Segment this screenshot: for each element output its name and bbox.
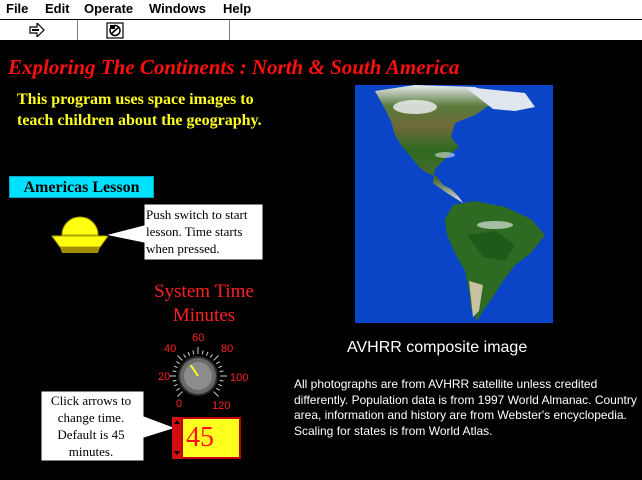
menu-help[interactable]: Help xyxy=(223,1,251,16)
dial-tick-mark xyxy=(187,351,191,356)
dial-tick-mark xyxy=(216,361,220,365)
dial-tick-60: 60 xyxy=(192,332,205,344)
increment-arrow-icon[interactable] xyxy=(174,420,180,424)
toolbar-separator xyxy=(229,20,230,40)
system-time-title: System Time xyxy=(154,281,254,302)
dial-tick-100: 100 xyxy=(230,372,249,384)
start-switch-icon[interactable] xyxy=(48,209,112,259)
page-title: Exploring The Continents : North & South… xyxy=(8,55,460,79)
credits-text: All photographs are from AVHRR satellite… xyxy=(294,377,637,438)
switch-note-text: Push switch to start lesson. Time starts… xyxy=(146,207,248,256)
dial-tick-20: 20 xyxy=(158,371,171,383)
dial-tick-mark xyxy=(213,355,219,361)
switch-note: Push switch to start lesson. Time starts… xyxy=(104,203,264,261)
americas-map-picture xyxy=(375,85,545,321)
dial-tick-mark xyxy=(219,370,224,373)
system-time-label: System Time Minutes xyxy=(140,280,268,328)
dial-tick-mark xyxy=(218,383,223,387)
intro-text: This program uses space images to teach … xyxy=(17,91,262,129)
dial-tick-mark xyxy=(176,361,180,365)
dial-tick-mark xyxy=(205,351,209,356)
dial-tick-mark xyxy=(216,387,220,391)
abort-icon xyxy=(106,21,124,39)
dial-tick-mark xyxy=(219,379,224,382)
abort-button[interactable] xyxy=(106,21,124,39)
dial-tick-mark xyxy=(213,391,219,397)
run-button[interactable] xyxy=(28,22,46,38)
dial-tick-mark xyxy=(209,354,213,358)
americas-satellite-image xyxy=(355,85,553,323)
time-stepper[interactable] xyxy=(172,417,181,459)
dial-tick-120: 120 xyxy=(212,400,231,412)
menu-file[interactable]: File xyxy=(6,1,28,16)
dial-tick-mark xyxy=(173,365,178,369)
menu-windows[interactable]: Windows xyxy=(149,1,206,16)
dial-tick-mark xyxy=(183,354,187,358)
time-note: Click arrows to change time. Default is … xyxy=(40,390,180,462)
toolbar-separator xyxy=(77,20,78,40)
dial-tick-mark xyxy=(201,350,204,355)
dial-tick-mark xyxy=(192,350,195,355)
menu-edit[interactable]: Edit xyxy=(45,1,70,16)
minutes-title: Minutes xyxy=(172,305,236,326)
dial-tick-40: 40 xyxy=(164,343,177,355)
americas-lesson-button[interactable]: Americas Lesson xyxy=(9,176,154,198)
run-arrow-icon xyxy=(29,23,45,37)
decrement-arrow-icon[interactable] xyxy=(174,451,180,455)
dial-tick-mark xyxy=(218,365,223,369)
dial-tick-80: 80 xyxy=(221,343,234,355)
menu-operate[interactable]: Operate xyxy=(84,1,133,16)
dial-tick-mark xyxy=(173,383,178,387)
toolbar xyxy=(0,20,642,41)
menu-bar: File Edit Operate Windows Help xyxy=(0,0,642,20)
time-note-text: Click arrows to change time. Default is … xyxy=(50,393,132,459)
dial-tick-mark xyxy=(172,379,177,382)
dial-tick-mark xyxy=(177,355,183,361)
dial-tick-mark xyxy=(172,370,177,373)
time-value-display[interactable]: 45 xyxy=(181,417,241,459)
image-caption: AVHRR composite image xyxy=(347,339,528,356)
